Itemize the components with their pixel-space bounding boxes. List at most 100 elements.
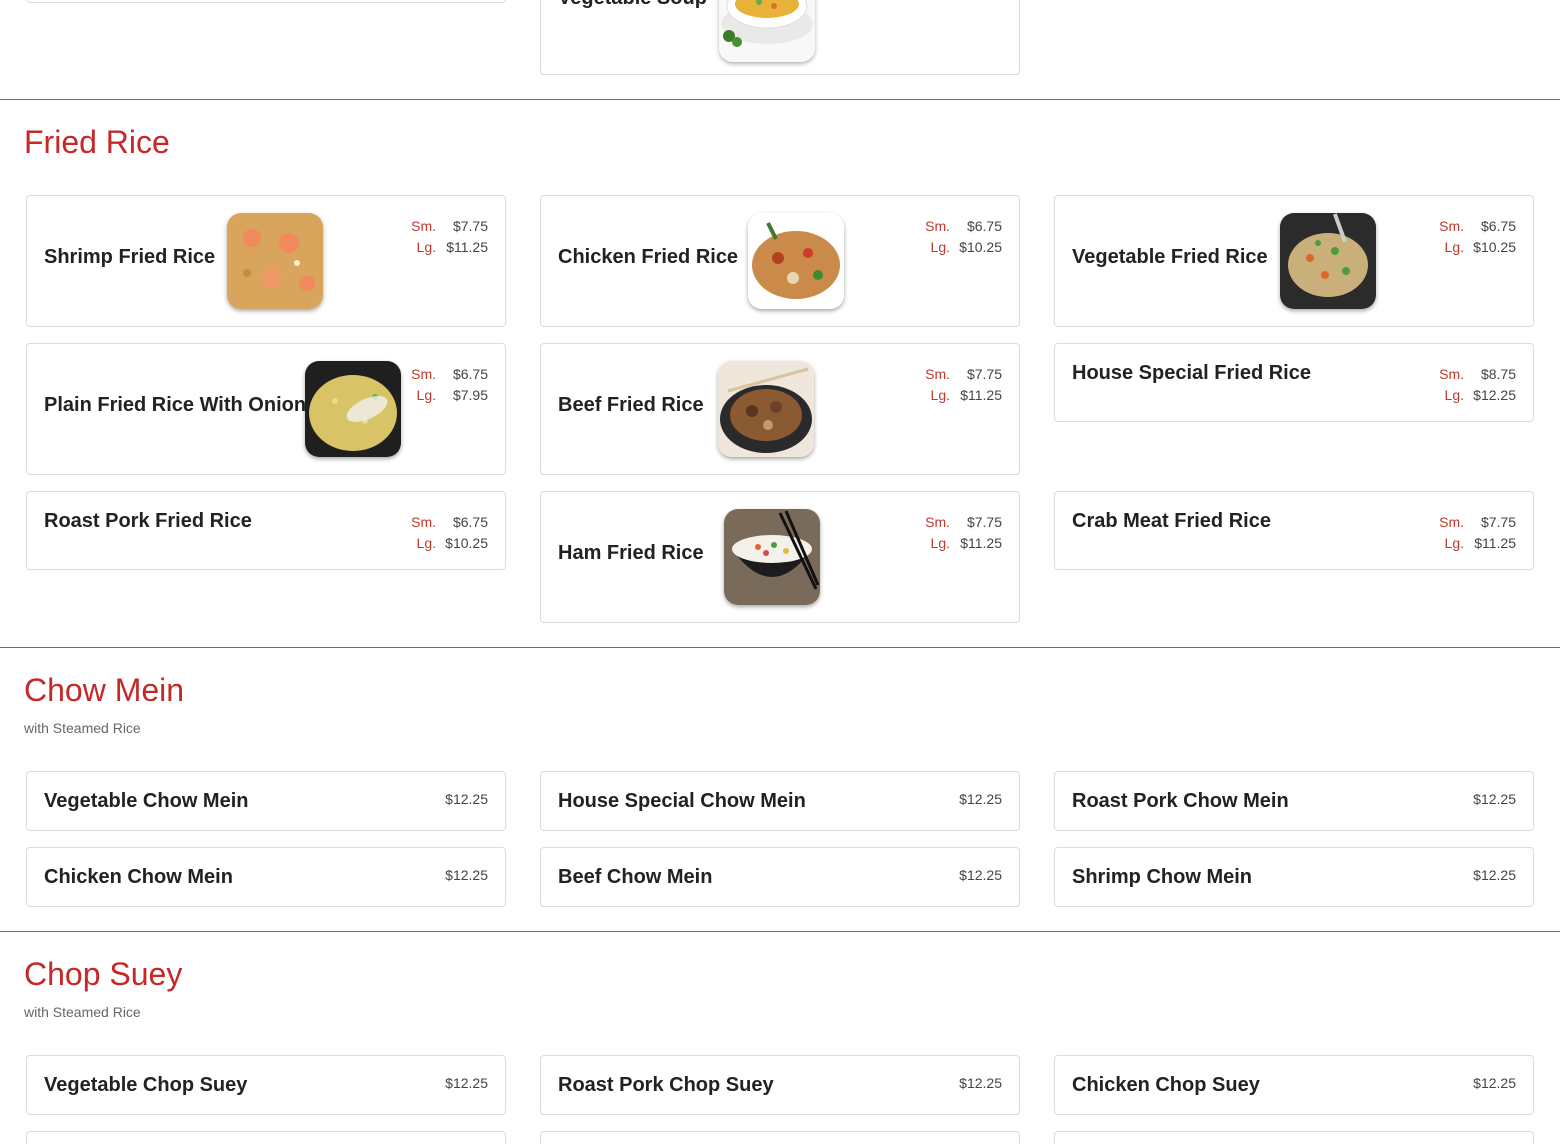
menu-item-chicken-chow-mein[interactable]: Chicken Chow Mein $12.25: [26, 847, 506, 907]
price-list: Sm. $7.75 Lg. $11.25: [411, 216, 488, 258]
small-price: $7.75: [966, 366, 1002, 382]
item-name: Roast Pork Chow Mein: [1072, 790, 1289, 812]
large-label: Lg.: [416, 535, 436, 551]
small-label: Sm.: [925, 218, 950, 234]
small-price: $8.75: [1480, 366, 1516, 382]
item-name: Chicken Fried Rice: [558, 246, 739, 268]
small-price: $7.75: [1480, 514, 1516, 530]
menu-item-chicken-fried-rice[interactable]: Chicken Fried Rice Sm. $6.75 Lg. $10.25: [540, 195, 1020, 327]
menu-item-beef-fried-rice[interactable]: Beef Fried Rice Sm. $7.75 Lg. $11.25: [540, 343, 1020, 475]
price-list: Sm. $8.75 Lg. $12.25: [1439, 364, 1516, 406]
large-price: $10.25: [445, 535, 488, 551]
large-price: $11.25: [446, 239, 488, 255]
large-label: Lg.: [416, 239, 436, 255]
large-price: $12.25: [1473, 387, 1516, 403]
section-title-chop-suey: Chop Suey: [24, 956, 183, 992]
large-label: Lg.: [416, 387, 436, 403]
menu-item-card[interactable]: [26, 1131, 506, 1144]
menu-item-card[interactable]: [26, 0, 506, 3]
item-name: Chicken Chow Mein: [44, 866, 233, 888]
item-name: Vegetable Soup: [558, 0, 707, 10]
ham-fried-rice-image: [724, 509, 820, 605]
item-name: House Special Fried Rice: [1072, 362, 1311, 384]
menu-item-vegetable-fried-rice[interactable]: Vegetable Fried Rice Sm. $6.75 Lg. $10.25: [1054, 195, 1534, 327]
price-list: Sm. $6.75 Lg. $10.25: [925, 216, 1002, 258]
item-name: Ham Fried Rice: [558, 542, 704, 564]
large-price: $10.25: [959, 239, 1002, 255]
large-price: $11.25: [960, 387, 1002, 403]
menu-item-house-special-chow-mein[interactable]: House Special Chow Mein $12.25: [540, 771, 1020, 831]
menu-item-vegetable-chow-mein[interactable]: Vegetable Chow Mein $12.25: [26, 771, 506, 831]
shrimp-fried-rice-image: [227, 213, 323, 309]
small-price: $6.75: [1480, 218, 1516, 234]
item-name: Roast Pork Chop Suey: [558, 1074, 774, 1096]
menu-item-card[interactable]: Vegetable Soup: [540, 0, 1020, 75]
small-label: Sm.: [925, 514, 950, 530]
section-subtitle: with Steamed Rice: [24, 720, 141, 736]
small-price: $6.75: [452, 366, 488, 382]
price-list: Sm. $6.75 Lg. $10.25: [1439, 216, 1516, 258]
section-divider: [0, 99, 1560, 100]
vegetable-soup-image: [719, 0, 815, 62]
menu-item-plain-fried-rice-with-onion[interactable]: Plain Fried Rice With Onion Sm. $6.75 Lg.…: [26, 343, 506, 475]
menu-item-roast-pork-chow-mein[interactable]: Roast Pork Chow Mein $12.25: [1054, 771, 1534, 831]
section-title-fried-rice: Fried Rice: [24, 124, 170, 160]
small-price: $6.75: [452, 514, 488, 530]
large-price: $7.95: [452, 387, 488, 403]
small-label: Sm.: [1439, 514, 1464, 530]
item-name: Beef Fried Rice: [558, 394, 704, 416]
large-price: $11.25: [960, 535, 1002, 551]
small-label: Sm.: [1439, 218, 1464, 234]
large-label: Lg.: [930, 239, 950, 255]
item-name: Beef Chow Mein: [558, 866, 713, 888]
item-name: Shrimp Chow Mein: [1072, 866, 1252, 888]
item-price: $12.25: [959, 1075, 1002, 1091]
menu-item-beef-chow-mein[interactable]: Beef Chow Mein $12.25: [540, 847, 1020, 907]
large-price: $10.25: [1473, 239, 1516, 255]
item-price: $12.25: [959, 791, 1002, 807]
item-name: Vegetable Chow Mein: [44, 790, 249, 812]
menu-item-card[interactable]: [1054, 1131, 1534, 1144]
menu-item-roast-pork-chop-suey[interactable]: Roast Pork Chop Suey $12.25: [540, 1055, 1020, 1115]
section-title-chow-mein: Chow Mein: [24, 672, 185, 708]
section-subtitle: with Steamed Rice: [24, 1004, 141, 1020]
item-name: Vegetable Chop Suey: [44, 1074, 248, 1096]
menu-item-card[interactable]: [540, 1131, 1020, 1144]
item-name: Chicken Chop Suey: [1072, 1074, 1260, 1096]
small-price: $7.75: [966, 514, 1002, 530]
small-label: Sm.: [411, 366, 436, 382]
price-list: Sm. $7.75 Lg. $11.25: [925, 512, 1002, 554]
item-name: Plain Fried Rice With Onion: [44, 394, 307, 416]
item-name: House Special Chow Mein: [558, 790, 806, 812]
large-label: Lg.: [930, 387, 950, 403]
small-price: $6.75: [966, 218, 1002, 234]
menu-item-house-special-fried-rice[interactable]: House Special Fried Rice Sm. $8.75 Lg. $12…: [1054, 343, 1534, 422]
item-price: $12.25: [445, 867, 488, 883]
item-price: $12.25: [959, 867, 1002, 883]
price-list: Sm. $6.75 Lg. $10.25: [411, 512, 488, 554]
menu-item-chicken-chop-suey[interactable]: Chicken Chop Suey $12.25: [1054, 1055, 1534, 1115]
item-name: Vegetable Fried Rice: [1072, 246, 1268, 268]
large-label: Lg.: [930, 535, 950, 551]
beef-fried-rice-image: [718, 361, 814, 457]
item-price: $12.25: [1473, 791, 1516, 807]
large-label: Lg.: [1444, 239, 1464, 255]
menu-item-shrimp-chow-mein[interactable]: Shrimp Chow Mein $12.25: [1054, 847, 1534, 907]
small-label: Sm.: [411, 514, 436, 530]
menu-item-vegetable-chop-suey[interactable]: Vegetable Chop Suey $12.25: [26, 1055, 506, 1115]
item-name: Roast Pork Fried Rice: [44, 510, 252, 532]
price-list: Sm. $7.75 Lg. $11.25: [925, 364, 1002, 406]
item-price: $12.25: [445, 1075, 488, 1091]
menu-item-roast-pork-fried-rice[interactable]: Roast Pork Fried Rice Sm. $6.75 Lg. $10.25: [26, 491, 506, 570]
small-label: Sm.: [1439, 366, 1464, 382]
menu-item-ham-fried-rice[interactable]: Ham Fried Rice Sm. $7.75 Lg. $11.25: [540, 491, 1020, 623]
section-divider: [0, 647, 1560, 648]
chicken-fried-rice-image: [748, 213, 844, 309]
item-price: $12.25: [445, 791, 488, 807]
plain-fried-rice-image: [305, 361, 401, 457]
menu-item-crab-meat-fried-rice[interactable]: Crab Meat Fried Rice Sm. $7.75 Lg. $11.25: [1054, 491, 1534, 570]
menu-item-shrimp-fried-rice[interactable]: Shrimp Fried Rice Sm. $7.75 Lg. $11.25: [26, 195, 506, 327]
large-label: Lg.: [1444, 387, 1464, 403]
small-price: $7.75: [452, 218, 488, 234]
small-label: Sm.: [411, 218, 436, 234]
